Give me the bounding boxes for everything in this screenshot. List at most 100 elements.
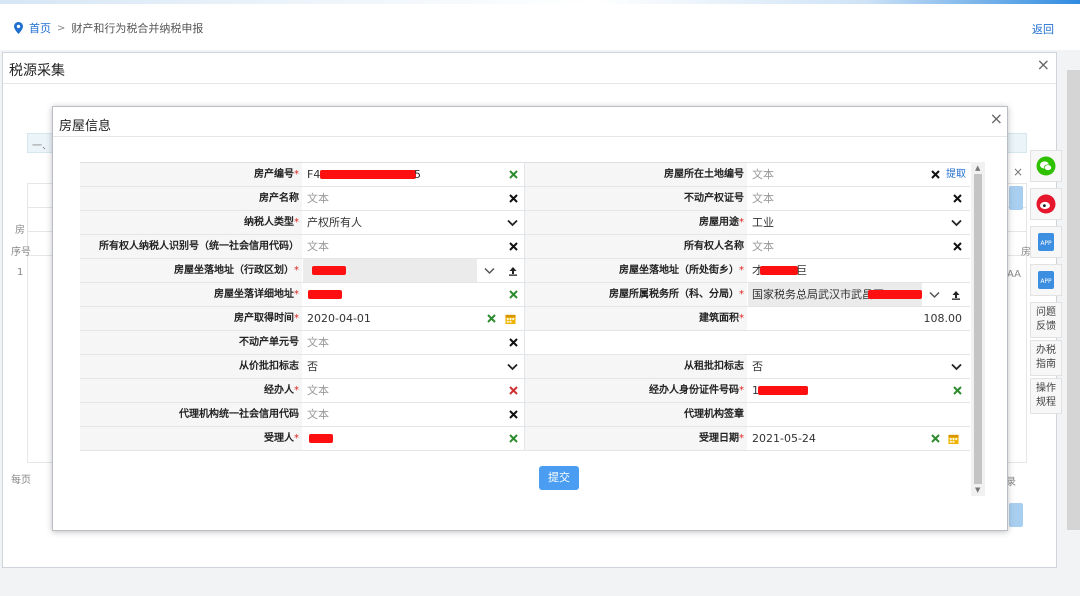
rent-flag-label: 从租批扣标志	[525, 355, 747, 378]
price-flag-label-text: 从价批扣标志	[239, 361, 299, 372]
acquire-date-input[interactable]: 2020-04-01	[303, 307, 483, 330]
required-mark: *	[294, 313, 299, 324]
house-info-form: 房产编号* F4 5 房屋所在土地编号 文本 提取 房产名称 文本 不动产权证号…	[80, 162, 970, 458]
invalid-x-icon[interactable]	[508, 385, 519, 396]
required-mark: *	[739, 265, 744, 276]
receiver-input[interactable]	[303, 427, 503, 450]
land-no-input[interactable]: 文本	[748, 163, 918, 186]
panel-close-icon[interactable]: ×	[1037, 55, 1050, 74]
agency-code-label-text: 代理机构统一社会信用代码	[179, 409, 299, 420]
location-district-label-text: 房屋坐落地址（行政区划）	[174, 265, 294, 276]
agent-person-input[interactable]: 文本	[303, 379, 503, 402]
guide-button[interactable]: 办税 指南	[1030, 340, 1062, 376]
weibo-button[interactable]	[1030, 188, 1062, 220]
house-info-dialog: 房屋信息 × 房产编号* F4 5 房屋所在土地编号 文本 提取 房产名称 文本…	[52, 106, 1008, 531]
background-button[interactable]	[1009, 186, 1023, 210]
property-no-prefix: F4	[307, 168, 321, 181]
breadcrumb: 首页 > 财产和行为税合并纳税申报	[14, 20, 203, 36]
clear-icon[interactable]	[952, 193, 963, 204]
house-use-select[interactable]: 工业	[748, 211, 938, 234]
scroll-down-arrow-icon[interactable]: ▼	[975, 486, 980, 494]
calendar-icon[interactable]	[505, 313, 516, 324]
valid-check-icon	[508, 289, 519, 300]
valid-check-icon	[486, 313, 497, 324]
unit-no-input[interactable]: 文本	[303, 331, 503, 354]
agent-person-label: 经办人*	[80, 379, 302, 402]
cert-no-label-text: 不动产权证号	[684, 193, 744, 204]
form-scrollbar[interactable]: ▲ ▼	[971, 162, 985, 496]
svg-text:APP: APP	[1040, 240, 1052, 247]
form-row: 房屋坐落地址（行政区划）* 房屋坐落地址（所处街乡）* 才 巨	[80, 259, 970, 283]
agency-code-input[interactable]: 文本	[303, 403, 503, 426]
app-download-button[interactable]: APP	[1030, 226, 1062, 258]
owner-name-input[interactable]: 文本	[748, 235, 938, 258]
chevron-down-icon[interactable]	[951, 217, 962, 228]
page-scrollbar[interactable]	[1067, 70, 1080, 530]
acquire-date-label-text: 房产取得时间	[234, 313, 294, 324]
clear-icon[interactable]	[508, 337, 519, 348]
chevron-down-icon[interactable]	[484, 265, 495, 276]
fetch-land-no-link[interactable]: 提取	[946, 163, 966, 186]
clear-icon[interactable]	[508, 409, 519, 420]
wechat-icon	[1036, 156, 1056, 176]
chevron-down-icon[interactable]	[929, 289, 940, 300]
building-area-label-text: 建筑面积	[699, 313, 739, 324]
wechat-button[interactable]	[1030, 150, 1062, 182]
clear-icon[interactable]	[508, 241, 519, 252]
property-name-input[interactable]: 文本	[303, 187, 503, 210]
background-close-icon[interactable]: ×	[1013, 165, 1023, 179]
chevron-down-icon[interactable]	[507, 361, 518, 372]
scroll-thumb[interactable]	[974, 174, 982, 484]
chevron-down-icon[interactable]	[951, 361, 962, 372]
receive-date-input[interactable]: 2021-05-24	[748, 427, 918, 450]
chevron-down-icon[interactable]	[507, 217, 518, 228]
feedback-button[interactable]: 问题 反馈	[1030, 302, 1062, 338]
rent-flag-select[interactable]: 否	[748, 355, 938, 378]
property-no-label-text: 房产编号	[254, 169, 294, 180]
rent-flag-label-text: 从租批扣标志	[684, 361, 744, 372]
breadcrumb-home-link[interactable]: 首页	[29, 20, 51, 36]
clear-icon[interactable]	[930, 169, 941, 180]
location-street-label-text: 房屋坐落地址（所处街乡）	[619, 265, 739, 276]
procedure-button[interactable]: 操作 规程	[1030, 378, 1062, 414]
dialog-close-icon[interactable]: ×	[990, 109, 1003, 128]
scroll-up-arrow-icon[interactable]: ▲	[975, 164, 980, 172]
background-button[interactable]	[1009, 503, 1023, 527]
app-download-button-2[interactable]: APP	[1030, 264, 1062, 296]
property-name-label-text: 房产名称	[259, 193, 299, 204]
owner-id-input[interactable]: 文本	[303, 235, 503, 258]
agent-id-label: 经办人身份证件号码*	[525, 379, 747, 402]
building-area-input[interactable]: 108.00	[748, 307, 968, 330]
breadcrumb-separator: >	[57, 22, 66, 34]
taxpayer-type-select[interactable]: 产权所有人	[303, 211, 503, 234]
valid-check-icon	[508, 433, 519, 444]
redaction-mark	[758, 386, 808, 395]
receive-date-label: 受理日期*	[525, 427, 747, 450]
upload-icon[interactable]	[950, 289, 961, 300]
location-pin-icon	[14, 22, 23, 34]
required-mark: *	[739, 217, 744, 228]
background-pager-label: 每页	[11, 475, 31, 486]
guide-text-1: 办税	[1036, 345, 1056, 356]
submit-button[interactable]: 提交	[539, 466, 579, 490]
form-row: 房屋坐落详细地址* 房屋所属税务所（科、分局）* 国家税务总局武汉市武昌区	[80, 283, 970, 307]
back-link[interactable]: 返回	[1032, 21, 1054, 37]
owner-name-label: 所有权人名称	[525, 235, 747, 258]
dialog-title: 房屋信息	[59, 119, 112, 134]
location-street-suffix: 巨	[796, 264, 807, 277]
background-col-label: AA	[1007, 269, 1021, 280]
column-divider	[524, 331, 525, 354]
owner-id-label-text: 所有权人纳税人识别号（统一社会信用代码）	[99, 241, 299, 252]
calendar-icon[interactable]	[948, 433, 959, 444]
guide-text-2: 指南	[1036, 359, 1056, 370]
required-mark: *	[294, 169, 299, 180]
clear-icon[interactable]	[508, 193, 519, 204]
upload-icon[interactable]	[507, 265, 518, 276]
procedure-text-2: 规程	[1036, 397, 1056, 408]
cert-no-input[interactable]: 文本	[748, 187, 938, 210]
background-col-label: 房	[15, 225, 25, 236]
clear-icon[interactable]	[952, 241, 963, 252]
dialog-title-divider	[53, 136, 1007, 137]
receive-date-label-text: 受理日期	[699, 433, 739, 444]
price-flag-select[interactable]: 否	[303, 355, 503, 378]
